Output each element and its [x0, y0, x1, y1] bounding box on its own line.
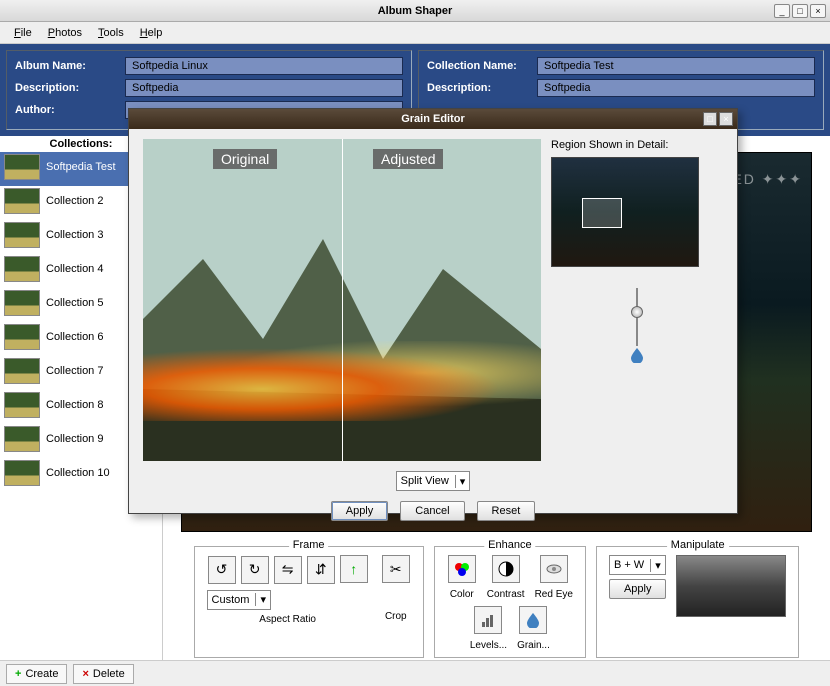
delete-button[interactable]: ×Delete [73, 664, 133, 684]
enhance-group: Enhance Color Contrast Red Eye Levels...… [434, 546, 586, 658]
levels-button[interactable] [474, 606, 502, 634]
straighten-button[interactable]: ↑ [340, 555, 368, 583]
redeye-button[interactable] [540, 555, 568, 583]
manipulate-group: Manipulate B + W▾ Apply [596, 546, 800, 658]
sidebar-item-label: Collection 8 [46, 399, 103, 411]
slider-handle[interactable] [631, 306, 643, 318]
menubar: File Photos Tools Help [0, 22, 830, 44]
dialog-apply-button[interactable]: Apply [331, 501, 389, 521]
levels-label: Levels... [470, 640, 507, 651]
menu-help[interactable]: Help [132, 25, 171, 41]
detail-nav[interactable] [551, 157, 699, 267]
collection-desc-field[interactable]: Softpedia [537, 79, 815, 97]
flip-h-button[interactable]: ⇋ [274, 556, 302, 584]
chevron-down-icon: ▾ [650, 559, 661, 572]
menu-file[interactable]: File [6, 25, 40, 41]
thumbnail-icon [4, 392, 40, 418]
effect-select[interactable]: B + W ▾ [609, 555, 666, 575]
grain-editor-dialog: Grain Editor □ × Original Adjusted Regio… [128, 108, 738, 514]
collection-name-label: Collection Name: [427, 60, 537, 72]
original-tag: Original [213, 149, 277, 169]
sidebar-item-label: Softpedia Test [46, 161, 116, 173]
effect-preview [676, 555, 786, 617]
contrast-button[interactable] [492, 555, 520, 583]
split-preview[interactable]: Original Adjusted [143, 139, 541, 461]
dialog-cancel-button[interactable]: Cancel [400, 501, 464, 521]
thumbnail-icon [4, 426, 40, 452]
color-label: Color [450, 589, 474, 600]
collection-desc-label: Description: [427, 82, 537, 94]
grain-slider[interactable] [636, 288, 638, 346]
close-button[interactable]: × [810, 4, 826, 18]
sidebar-item-label: Collection 4 [46, 263, 103, 275]
color-button[interactable] [448, 555, 476, 583]
frame-group: Frame ↺ ↻ ⇋ ⇵ ↑ Custom▾ Aspect R [194, 546, 424, 658]
contrast-label: Contrast [487, 589, 525, 600]
manipulate-legend: Manipulate [667, 539, 729, 551]
grain-label: Grain... [517, 640, 550, 651]
region-label: Region Shown in Detail: [551, 139, 723, 151]
sidebar-item-label: Collection 5 [46, 297, 103, 309]
adjusted-tag: Adjusted [373, 149, 443, 169]
maximize-button[interactable]: □ [792, 4, 808, 18]
aspect-value: Custom [212, 594, 250, 606]
thumbnail-icon [4, 358, 40, 384]
menu-photos[interactable]: Photos [40, 25, 90, 41]
dialog-title: Grain Editor [401, 113, 465, 125]
rotate-ccw-button[interactable]: ↺ [208, 556, 236, 584]
album-desc-field[interactable]: Softpedia [125, 79, 403, 97]
sidebar-item-label: Collection 2 [46, 195, 103, 207]
album-name-label: Album Name: [15, 60, 125, 72]
aspect-label: Aspect Ratio [207, 614, 369, 625]
split-divider[interactable] [342, 139, 343, 461]
flip-v-button[interactable]: ⇵ [307, 556, 335, 584]
thumbnail-icon [4, 460, 40, 486]
drop-icon [630, 347, 644, 363]
thumbnail-icon [4, 256, 40, 282]
sidebar-item-label: Collection 9 [46, 433, 103, 445]
thumbnail-icon [4, 188, 40, 214]
window-title: Album Shaper [378, 5, 453, 17]
author-label: Author: [15, 104, 125, 116]
create-button[interactable]: +Create [6, 664, 67, 684]
apply-effect-button[interactable]: Apply [609, 579, 667, 599]
view-mode-value: Split View [401, 475, 449, 487]
dialog-maximize-button[interactable]: □ [703, 112, 717, 126]
sidebar-item-label: Collection 10 [46, 467, 110, 479]
collection-name-field[interactable]: Softpedia Test [537, 57, 815, 75]
thumbnail-icon [4, 290, 40, 316]
thumbnail-icon [4, 324, 40, 350]
chevron-down-icon: ▾ [455, 475, 466, 488]
effect-value: B + W [614, 559, 644, 571]
crop-label: Crop [381, 611, 411, 622]
minimize-button[interactable]: _ [774, 4, 790, 18]
dialog-close-button[interactable]: × [719, 112, 733, 126]
view-mode-select[interactable]: Split View ▾ [396, 471, 471, 491]
frame-legend: Frame [289, 539, 329, 551]
album-name-field[interactable]: Softpedia Linux [125, 57, 403, 75]
redeye-label: Red Eye [535, 589, 573, 600]
sidebar-item-label: Collection 6 [46, 331, 103, 343]
dialog-reset-button[interactable]: Reset [477, 501, 536, 521]
rotate-cw-button[interactable]: ↻ [241, 556, 269, 584]
album-desc-label: Description: [15, 82, 125, 94]
thumbnail-icon [4, 222, 40, 248]
sidebar-item-label: Collection 3 [46, 229, 103, 241]
crop-button[interactable]: ✂ [382, 555, 410, 583]
thumbnail-icon [4, 154, 40, 180]
chevron-down-icon: ▾ [255, 593, 266, 606]
enhance-legend: Enhance [484, 539, 535, 551]
sidebar-item-label: Collection 7 [46, 365, 103, 377]
grain-button[interactable] [519, 606, 547, 634]
menu-tools[interactable]: Tools [90, 25, 132, 41]
viewport-rect[interactable] [582, 198, 622, 228]
aspect-ratio-select[interactable]: Custom ▾ [207, 590, 271, 610]
